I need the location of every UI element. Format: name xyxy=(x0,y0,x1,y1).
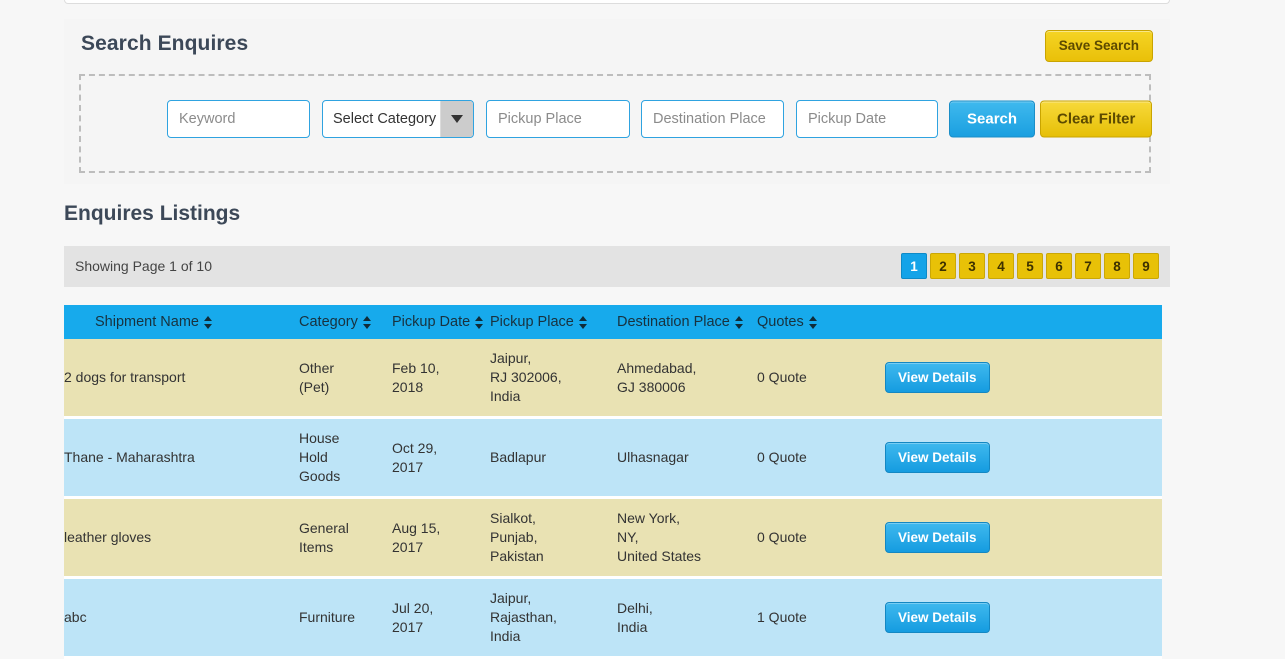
view-details-button[interactable]: View Details xyxy=(885,362,990,393)
category-select-label: Select Category xyxy=(323,111,440,127)
table-body: 2 dogs for transport Other(Pet)Feb 10,201… xyxy=(64,339,1162,659)
search-panel-title: Search Enquires xyxy=(81,32,248,56)
previous-panel-bottom-edge xyxy=(64,0,1170,4)
table-row[interactable]: abc FurnitureJul 20,2017Jaipur,Rajasthan,… xyxy=(64,579,1162,659)
page-root: Search Enquires Save Search Select Categ… xyxy=(0,0,1285,659)
sort-icon[interactable] xyxy=(809,316,818,329)
shipment-name-link[interactable]: 2 dogs for transport xyxy=(64,369,185,385)
column-label: Destination Place xyxy=(617,314,730,330)
column-header-destination-place[interactable]: Destination Place xyxy=(617,314,757,330)
pagination-page-4[interactable]: 4 xyxy=(988,253,1014,279)
shipment-name-link[interactable]: leather gloves xyxy=(64,529,151,545)
cell-quotes: 0 Quote xyxy=(757,358,867,397)
pagination-page-6[interactable]: 6 xyxy=(1046,253,1072,279)
column-label: Quotes xyxy=(757,314,804,330)
cell-pickup-date: Oct 29,2017 xyxy=(392,429,490,487)
cell-shipment-name: 2 dogs for transport xyxy=(64,358,299,397)
cell-pickup-place: Jaipur,RJ 302006,India xyxy=(490,339,617,416)
cell-pickup-date: Aug 15,2017 xyxy=(392,509,490,567)
cell-destination-place: Ahmedabad,GJ 380006 xyxy=(617,349,757,407)
column-label: Category xyxy=(299,314,358,330)
cell-quotes: 0 Quote xyxy=(757,438,867,477)
cell-shipment-name: abc xyxy=(64,598,299,637)
search-input-destination-place[interactable] xyxy=(641,100,784,138)
cell-category: Other(Pet) xyxy=(299,349,392,407)
cell-pickup-date: Jul 20,2017 xyxy=(392,589,490,647)
view-details-button[interactable]: View Details xyxy=(885,602,990,633)
showing-page-text: Showing Page 1 of 10 xyxy=(75,258,212,274)
cell-pickup-place: Jaipur,Rajasthan,India xyxy=(490,579,617,656)
listings-title: Enquires Listings xyxy=(64,202,240,226)
pagination-page-7[interactable]: 7 xyxy=(1075,253,1101,279)
search-enquires-panel: Search Enquires Save Search Select Categ… xyxy=(64,19,1170,184)
column-label: Shipment Name xyxy=(95,314,199,330)
cell-destination-place: Delhi,India xyxy=(617,589,757,647)
table-row[interactable]: leather gloves GeneralItemsAug 15,2017Sia… xyxy=(64,499,1162,579)
column-header-shipment-name[interactable]: Shipment Name xyxy=(64,314,299,330)
pagination-bar: Showing Page 1 of 10 123456789 xyxy=(64,246,1170,287)
sort-icon[interactable] xyxy=(579,316,588,329)
pagination-page-5[interactable]: 5 xyxy=(1017,253,1043,279)
sort-icon[interactable] xyxy=(363,316,372,329)
cell-quotes: 0 Quote xyxy=(757,518,867,557)
sort-icon[interactable] xyxy=(475,316,484,329)
cell-destination-place: New York,NY,United States xyxy=(617,499,757,576)
cell-shipment-name: Thane - Maharashtra xyxy=(64,438,299,477)
view-details-button[interactable]: View Details xyxy=(885,522,990,553)
cell-shipment-name: leather gloves xyxy=(64,518,299,557)
pagination-page-2[interactable]: 2 xyxy=(930,253,956,279)
column-header-pickup-date[interactable]: Pickup Date xyxy=(392,314,490,330)
view-details-button[interactable]: View Details xyxy=(885,442,990,473)
chevron-down-icon[interactable] xyxy=(440,101,473,137)
enquiries-table: Shipment Name Category Pickup Date Picku… xyxy=(64,305,1162,659)
cell-category: HouseHoldGoods xyxy=(299,419,392,496)
pagination-page-3[interactable]: 3 xyxy=(959,253,985,279)
column-header-category[interactable]: Category xyxy=(299,314,392,330)
column-label: Pickup Place xyxy=(490,314,574,330)
clear-filter-button[interactable]: Clear Filter xyxy=(1040,101,1152,138)
pagination-page-9[interactable]: 9 xyxy=(1133,253,1159,279)
shipment-name-link[interactable]: abc xyxy=(64,609,87,625)
table-header-row: Shipment Name Category Pickup Date Picku… xyxy=(64,305,1162,339)
column-header-quotes[interactable]: Quotes xyxy=(757,314,867,330)
column-label: Pickup Date xyxy=(392,314,470,330)
cell-category: Furniture xyxy=(299,598,392,637)
table-row[interactable]: Thane - Maharashtra HouseHoldGoodsOct 29,… xyxy=(64,419,1162,499)
search-button[interactable]: Search xyxy=(949,101,1035,138)
pagination: 123456789 xyxy=(901,253,1159,279)
sort-icon[interactable] xyxy=(204,316,213,329)
cell-pickup-place: Sialkot,Punjab,Pakistan xyxy=(490,499,617,576)
cell-actions: View Details xyxy=(867,512,1162,563)
shipment-name-link[interactable]: Thane - Maharashtra xyxy=(64,449,195,465)
cell-pickup-place: Badlapur xyxy=(490,438,617,477)
pagination-page-1[interactable]: 1 xyxy=(901,253,927,279)
save-search-button[interactable]: Save Search xyxy=(1045,30,1153,62)
search-input-keyword[interactable] xyxy=(167,100,310,138)
search-input-pickup-date[interactable] xyxy=(796,100,938,138)
cell-category: GeneralItems xyxy=(299,509,392,567)
table-row[interactable]: 2 dogs for transport Other(Pet)Feb 10,201… xyxy=(64,339,1162,419)
cell-destination-place: Ulhasnagar xyxy=(617,438,757,477)
cell-quotes: 1 Quote xyxy=(757,598,867,637)
category-select[interactable]: Select Category xyxy=(322,100,474,138)
cell-actions: View Details xyxy=(867,352,1162,403)
cell-actions: View Details xyxy=(867,432,1162,483)
search-input-pickup-place[interactable] xyxy=(486,100,630,138)
pagination-page-8[interactable]: 8 xyxy=(1104,253,1130,279)
sort-icon[interactable] xyxy=(735,316,744,329)
cell-actions: View Details xyxy=(867,592,1162,643)
column-header-pickup-place[interactable]: Pickup Place xyxy=(490,314,617,330)
cell-pickup-date: Feb 10,2018 xyxy=(392,349,490,407)
